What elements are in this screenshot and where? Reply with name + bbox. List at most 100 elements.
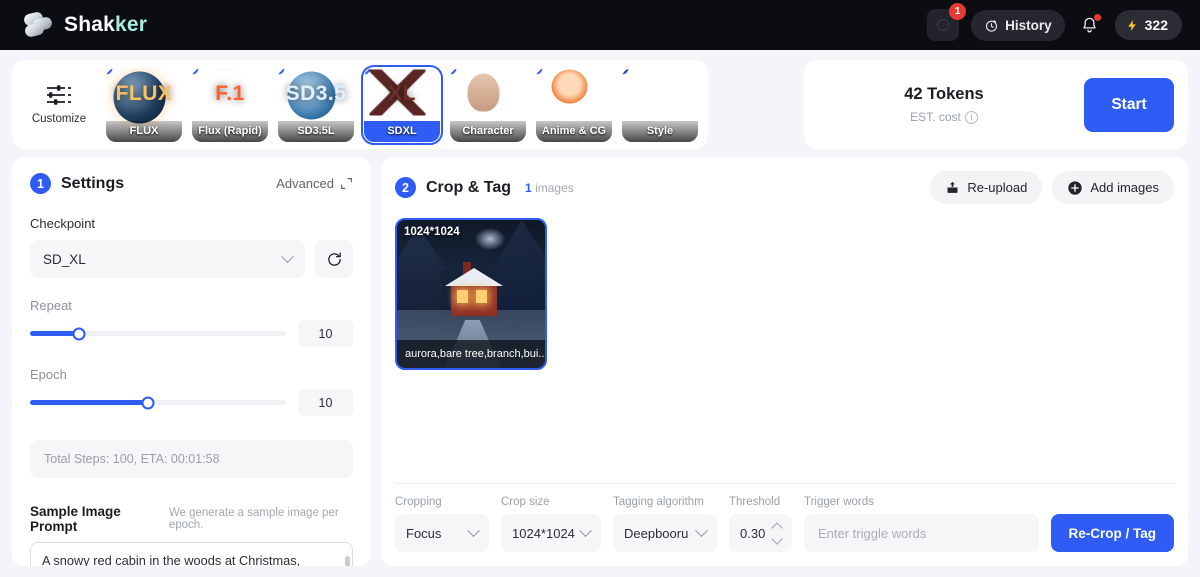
model-tile-label: Anime & CG (536, 120, 612, 142)
model-tile-flux-rapid[interactable]: F.1 Flux (Rapid) (192, 67, 268, 142)
refresh-checkpoints-button[interactable] (315, 240, 353, 278)
settings-panel: 1 Settings Advanced Checkpoint SD_XL Rep… (12, 157, 371, 566)
info-icon[interactable]: i (964, 110, 978, 124)
threshold-label: Threshold (729, 496, 781, 508)
epoch-slider-fill (30, 400, 148, 405)
threshold-value: 0.30 (740, 525, 766, 541)
checkpoint-row: SD_XL (30, 240, 353, 278)
repeat-slider-thumb[interactable] (72, 327, 86, 340)
chevron-down-icon (467, 523, 480, 537)
header-actions: 1 History 322 (927, 3, 1182, 41)
image-count-word: images (535, 180, 574, 195)
threshold-input[interactable]: 0.30 (729, 514, 792, 552)
sample-prompt-header: Sample Image Prompt We generate a sample… (30, 504, 353, 534)
model-tile-label: SDXL (364, 120, 440, 142)
prompt-scrollbar[interactable] (345, 556, 350, 566)
model-tile-graphic-text: FLUX (115, 81, 173, 105)
stopwatch-icon (986, 19, 998, 32)
model-tile-sd3-5l[interactable]: SD3.5 SD3.5L (278, 67, 354, 142)
model-tile-graphic-text: XL (388, 81, 416, 105)
model-tile-character[interactable]: Character (450, 67, 526, 142)
notifications-button[interactable] (1077, 12, 1103, 38)
image-dimension-badge: 1024*1024 (404, 226, 460, 238)
chevron-down-icon (579, 523, 592, 537)
model-tile-thumbnail (278, 67, 336, 119)
history-label: History (1005, 17, 1052, 33)
repeat-slider[interactable] (30, 327, 286, 340)
image-count-number: 1 (525, 180, 532, 195)
checkpoint-select[interactable]: SD_XL (30, 240, 305, 278)
main-content: 1 Settings Advanced Checkpoint SD_XL Rep… (12, 157, 1188, 566)
cropping-value: Focus (406, 525, 442, 541)
model-tile-label: Character (450, 120, 526, 142)
add-images-label: Add images (1090, 180, 1159, 195)
history-button[interactable]: History (971, 9, 1065, 41)
checkpoint-value: SD_XL (43, 251, 86, 267)
model-tile-thumbnail (536, 67, 588, 103)
model-tile-label: Flux (Rapid) (192, 120, 268, 142)
avatar[interactable]: 1 (927, 3, 967, 41)
model-tile-thumbnail (192, 67, 234, 74)
trigger-words-input[interactable] (804, 514, 1039, 552)
image-gallery: 1024*1024 aurora,bare tree,branch,bui... (395, 218, 1174, 483)
refresh-icon (327, 251, 341, 266)
threshold-stepper[interactable] (771, 521, 783, 545)
epoch-slider-thumb[interactable] (141, 396, 155, 409)
advanced-label: Advanced (276, 176, 334, 191)
model-tile-thumbnail (450, 67, 500, 111)
top-header-bar: Shakker 1 History 322 (0, 0, 1200, 50)
sample-prompt-hint: We generate a sample image per epoch. (168, 507, 339, 531)
model-list: FLUX FLUX F.1 Flux (Rapid) SD3.5 SD3.5L XL SDXL… (106, 64, 698, 145)
image-card[interactable]: 1024*1024 aurora,bare tree,branch,bui... (395, 218, 547, 370)
model-tile-label: SD3.5L (278, 120, 354, 142)
threshold-control: Threshold 0.30 (729, 496, 792, 552)
model-tile-style[interactable]: Style (622, 67, 698, 142)
cropping-select[interactable]: Focus (395, 514, 489, 552)
model-tile-graphic-text: F.1 (215, 81, 245, 105)
crop-size-control: Crop size 1024*1024 (501, 496, 601, 552)
trigger-words-control: Trigger words (804, 496, 1039, 552)
step-number-1: 1 (30, 173, 51, 194)
crop-size-select[interactable]: 1024*1024 (501, 514, 601, 552)
re-crop-tag-button[interactable]: Re-Crop / Tag (1050, 514, 1174, 552)
avatar-notification-badge: 1 (949, 3, 967, 20)
advanced-button[interactable]: Advanced (276, 176, 353, 191)
crop-size-label: Crop size (501, 496, 550, 508)
sample-prompt-title: Sample Image Prompt (30, 504, 121, 534)
sample-prompt-input[interactable] (30, 542, 353, 566)
brand-name: Shakker (64, 13, 147, 37)
model-tile-flux[interactable]: FLUX FLUX (106, 67, 182, 142)
trigger-words-label: Trigger words (804, 496, 874, 508)
repeat-value[interactable]: 10 (298, 320, 353, 347)
sliders-icon (47, 85, 71, 105)
est-cost-row: EST. cost i (804, 110, 1084, 124)
brand-logo[interactable]: Shakker (22, 10, 147, 39)
customize-button[interactable]: Customize (22, 68, 96, 141)
model-tile-label: FLUX (106, 120, 182, 142)
chevron-down-icon[interactable] (771, 532, 783, 545)
step-number-2: 2 (395, 177, 416, 198)
credits-value: 322 (1144, 17, 1168, 33)
add-images-button[interactable]: Add images (1052, 171, 1174, 204)
epoch-label: Epoch (30, 367, 67, 382)
crop-step: 2 Crop & Tag 1 images (395, 177, 574, 198)
tagging-select[interactable]: Deepbooru (613, 514, 717, 552)
credits-button[interactable]: 322 (1114, 10, 1182, 40)
model-tile-sdxl[interactable]: XL SDXL (361, 64, 443, 145)
epoch-value[interactable]: 10 (298, 389, 353, 416)
cropping-label: Cropping (395, 496, 442, 508)
epoch-slider[interactable] (30, 396, 286, 409)
est-cost-label: EST. cost (910, 110, 961, 124)
model-tile-graphic-text: SD3.5 (285, 81, 347, 105)
model-tile-anime-cg[interactable]: Anime & CG (536, 67, 612, 142)
re-upload-button[interactable]: Re-upload (930, 171, 1043, 204)
crop-header-buttons: Re-upload Add images (930, 171, 1174, 204)
avatar-placeholder-icon (937, 19, 950, 31)
crop-tag-header: 2 Crop & Tag 1 images Re-upload Add imag… (395, 171, 1174, 204)
start-button[interactable]: Start (1084, 77, 1174, 132)
notification-dot (1093, 14, 1101, 21)
chevron-up-icon[interactable] (771, 521, 783, 534)
brand-name-part1: Shak (64, 13, 115, 36)
re-upload-label: Re-upload (967, 180, 1028, 195)
settings-title: Settings (61, 174, 125, 192)
